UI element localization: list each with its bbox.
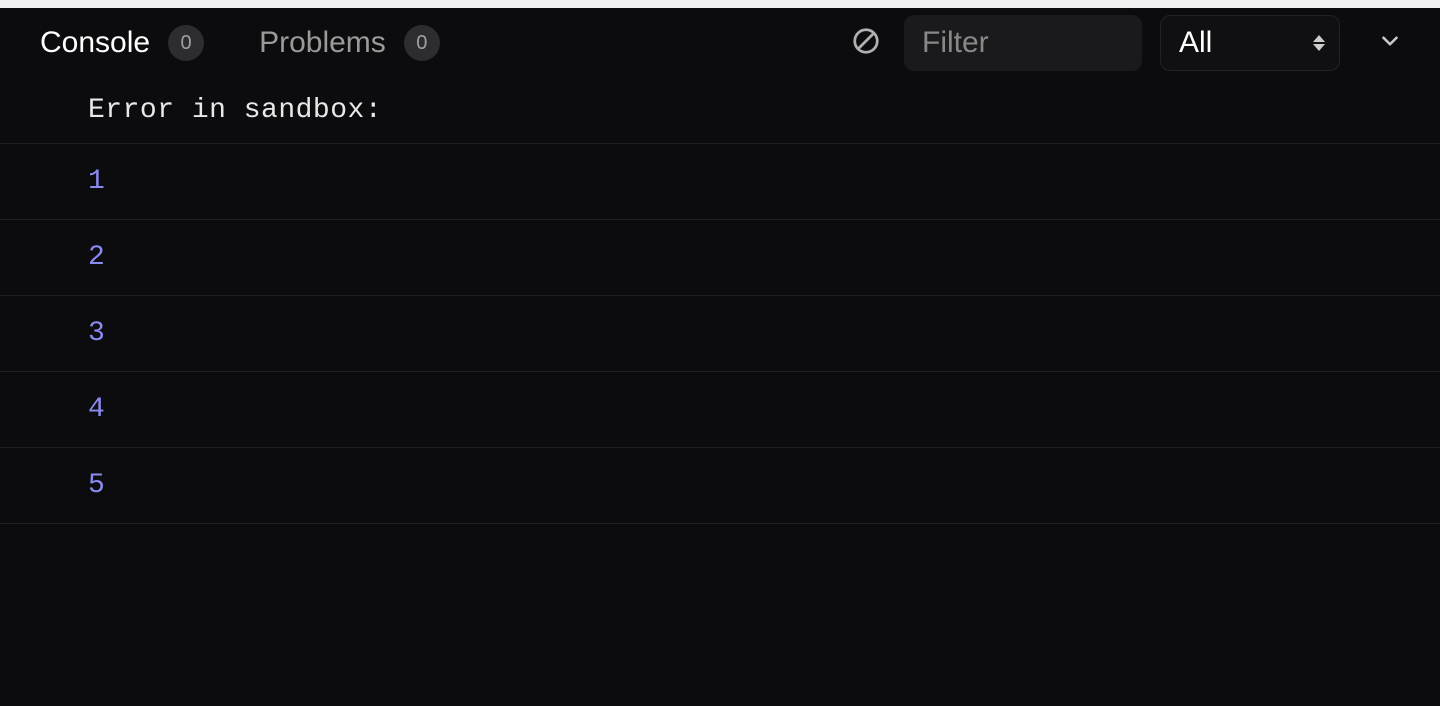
tab-problems-label: Problems [259, 26, 386, 60]
log-number: 1 [88, 166, 105, 197]
tab-problems[interactable]: Problems 0 [259, 25, 440, 61]
expand-toggle-button[interactable] [1370, 23, 1410, 63]
clear-console-button[interactable] [846, 23, 886, 63]
log-number: 5 [88, 470, 105, 501]
log-number: 4 [88, 394, 105, 425]
log-number: 3 [88, 318, 105, 349]
log-row[interactable]: 5 [0, 448, 1440, 524]
log-row[interactable]: 1 [0, 144, 1440, 220]
filter-input[interactable] [904, 15, 1142, 71]
toolbar-right-controls: All [846, 15, 1410, 71]
tab-console-label: Console [40, 26, 150, 60]
select-caret-icon [1313, 35, 1325, 51]
log-row[interactable]: Error in sandbox: [0, 78, 1440, 144]
window-top-strip [0, 0, 1440, 8]
tab-console[interactable]: Console 0 [40, 25, 204, 61]
log-level-select[interactable]: All [1160, 15, 1340, 71]
log-level-selected: All [1179, 26, 1212, 60]
log-number: 2 [88, 242, 105, 273]
log-row[interactable]: 4 [0, 372, 1440, 448]
tab-console-badge: 0 [168, 25, 204, 61]
tab-problems-badge: 0 [404, 25, 440, 61]
log-message: Error in sandbox: [88, 95, 382, 126]
console-log-list: Error in sandbox: 1 2 3 4 5 [0, 78, 1440, 524]
chevron-down-icon [1377, 28, 1403, 59]
log-row[interactable]: 2 [0, 220, 1440, 296]
log-row[interactable]: 3 [0, 296, 1440, 372]
toolbar-tabs: Console 0 Problems 0 [40, 25, 836, 61]
console-toolbar: Console 0 Problems 0 All [0, 8, 1440, 78]
ban-icon [851, 26, 881, 61]
